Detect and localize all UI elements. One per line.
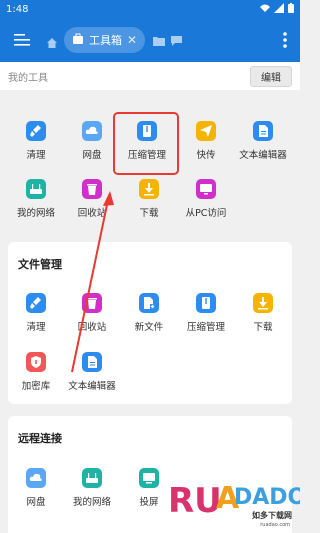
annotation-arrow bbox=[71, 191, 114, 373]
svg-text:RU: RU bbox=[168, 481, 222, 518]
watermark-name: 如多下载网 bbox=[252, 511, 292, 520]
watermark-logo: RU A DADO 如多下载网 ruadao.com bbox=[168, 478, 306, 533]
svg-text:DADO: DADO bbox=[234, 485, 300, 510]
watermark-url: ruadao.com bbox=[260, 522, 290, 528]
